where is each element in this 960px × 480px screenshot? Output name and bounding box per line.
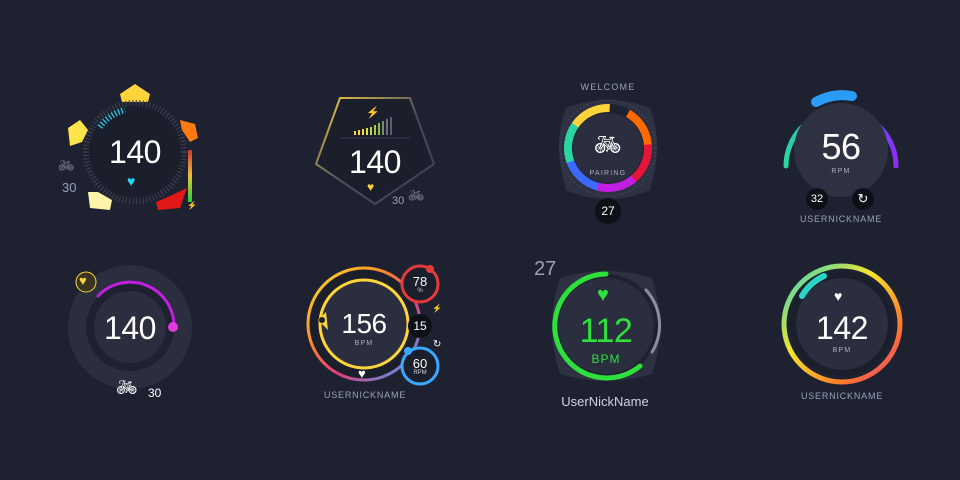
widget-pentagon-heart-rate: 140 ♥ 🚲︎ 30 ⚡ [50, 80, 220, 220]
widget-rpm: 56 RPM 32 ↻ USERNICKNAME [776, 86, 906, 236]
username: USERNICKNAME [799, 214, 883, 224]
heart-icon: ♥ [834, 288, 843, 304]
percent-value: 78 [412, 274, 428, 289]
bike-icon: 🚲︎ [594, 132, 622, 157]
widget-ring-magenta: ♥ 140 🚲︎ 30 [60, 262, 200, 402]
heart-icon: ♥ [367, 180, 375, 194]
cadence-unit: RPM [413, 370, 427, 376]
widget-pentagon-signal: ⚡ 140 ♥ 30 🚲︎ [310, 92, 440, 212]
device-count: 30 [62, 180, 77, 195]
heart-icon: ♥ [358, 366, 366, 381]
power-value: 15 [413, 319, 427, 333]
heart-rate-unit: BPM [591, 352, 621, 366]
cadence-value: 60 [412, 356, 428, 371]
widget-multi-metric: 156 BPM ♥ 78 % ⚡ 15 ↻ 60 RPM USERNICKNAM… [300, 260, 460, 410]
heart-rate-value: 112 [579, 312, 633, 350]
heart-icon: ♥ [79, 273, 87, 288]
widget-green-bpm: 27 ♥ 112 BPM UserNickName [530, 256, 680, 416]
corner-right [180, 120, 198, 142]
device-count: 30 [392, 195, 405, 207]
badge-number: 27 [601, 204, 615, 218]
bolt-icon: ⚡ [432, 304, 442, 313]
heart-rate-unit: BPM [354, 340, 374, 347]
bike-icon: 🚲︎ [116, 378, 138, 397]
bike-icon: 🚲︎ [58, 158, 75, 173]
heart-rate-unit: BPM [832, 347, 852, 354]
rpm-value: 56 [821, 126, 861, 167]
widget-gradient-bpm: ♥ 142 BPM USERNICKNAME [780, 262, 904, 412]
rpm-unit: RPM [831, 168, 851, 175]
badge-value: 32 [810, 193, 824, 205]
heart-icon: ♥ [127, 173, 136, 189]
corner-bottom-left [88, 192, 112, 210]
heart-rate-value: 140 [349, 144, 401, 180]
corner-top [120, 84, 150, 102]
username: USERNICKNAME [323, 390, 407, 400]
heart-icon: ♥ [597, 284, 609, 306]
percent-unit: % [417, 288, 423, 294]
heart-rate-value: 156 [341, 308, 387, 339]
username: UserNickName [561, 394, 649, 409]
heart-rate-value: 142 [816, 310, 868, 346]
bolt-icon: ⚡ [187, 201, 197, 210]
widget-pairing: WELCOME 🚲︎ PAIRING 27 [546, 78, 670, 228]
heart-rate-value: 140 [109, 134, 161, 170]
refresh-icon[interactable]: ↻ [852, 188, 874, 210]
bike-icon: 🚲︎ [408, 188, 425, 203]
badge-number: 32 [806, 188, 828, 210]
refresh-icon: ↻ [433, 339, 442, 350]
username: USERNICKNAME [800, 391, 884, 401]
heart-rate-value: 140 [104, 310, 156, 346]
device-count: 30 [148, 386, 162, 400]
pairing-status: PAIRING [589, 170, 627, 177]
bolt-icon: ⚡ [366, 107, 380, 119]
